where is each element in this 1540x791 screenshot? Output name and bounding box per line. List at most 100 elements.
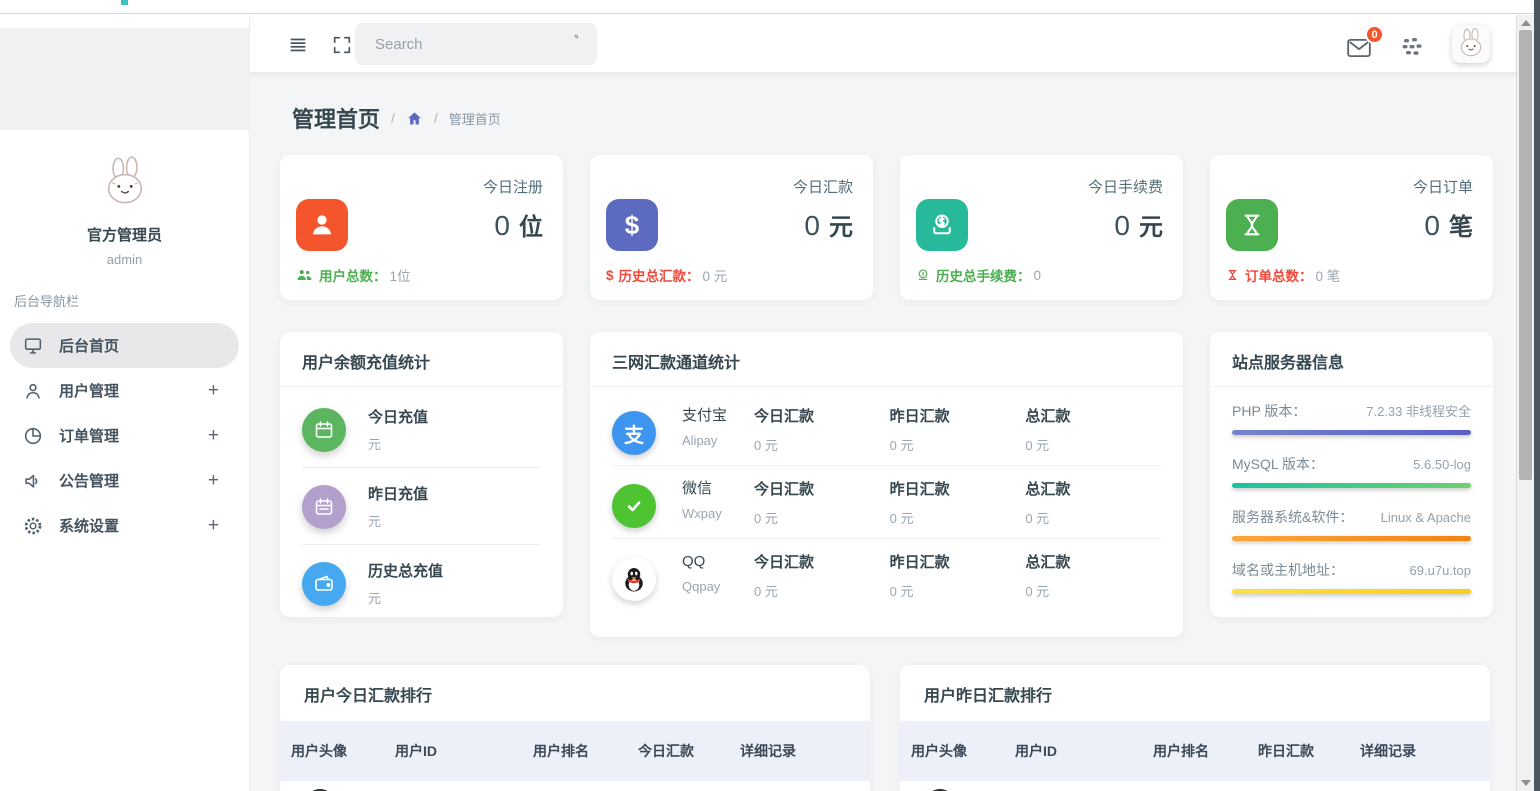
table-header: 用户头像 用户ID 用户排名 今日汇款 详细记录 bbox=[280, 721, 870, 781]
window-right-edge bbox=[1534, 0, 1540, 791]
mail-icon[interactable]: 0 bbox=[1346, 35, 1372, 59]
breadcrumb-current: 管理首页 bbox=[449, 109, 501, 128]
search-input[interactable] bbox=[355, 36, 574, 53]
calendar-yesterday-icon bbox=[302, 485, 346, 529]
topbar-right-cluster: 0 bbox=[1346, 25, 1490, 63]
today-rank-card: 用户今日汇款排行 用户头像 用户ID 用户排名 今日汇款 详细记录 bbox=[280, 665, 870, 791]
progress-bar bbox=[1232, 483, 1471, 488]
hourglass-icon bbox=[1226, 199, 1278, 251]
stat-unit: 位 bbox=[519, 207, 543, 242]
channel-stat: 今日汇款 0 元 bbox=[754, 478, 890, 527]
hourglass-icon bbox=[1226, 268, 1239, 282]
pie-chart-icon bbox=[22, 425, 44, 447]
sidebar-item-dashboard[interactable]: 后台首页 bbox=[10, 323, 239, 368]
stat-number: 0 bbox=[804, 210, 820, 242]
channel-stat-value: 0 元 bbox=[754, 508, 890, 527]
server-entry-php: PHP 版本： 7.2.33 非线程安全 bbox=[1232, 401, 1471, 435]
sidebar-item-users[interactable]: 用户管理 + bbox=[10, 368, 239, 413]
sidebar-item-label: 用户管理 bbox=[59, 380, 119, 401]
channel-stats: 今日汇款 0 元 昨日汇款 0 元 总汇款 0 元 bbox=[754, 551, 1161, 600]
expand-plus-icon[interactable]: + bbox=[208, 425, 219, 447]
qq-icon bbox=[612, 557, 656, 601]
col-header: 用户头像 bbox=[911, 741, 1015, 761]
expand-plus-icon[interactable]: + bbox=[208, 515, 219, 537]
mail-badge: 0 bbox=[1365, 25, 1384, 44]
expand-plus-icon[interactable]: + bbox=[208, 380, 219, 402]
wallet-icon bbox=[302, 562, 346, 606]
card-title: 用户昨日汇款排行 bbox=[900, 665, 1490, 721]
profile-name: 官方管理员 bbox=[0, 224, 249, 245]
recharge-label: 今日充值 bbox=[368, 406, 428, 427]
channel-stat-value: 0 元 bbox=[1025, 581, 1161, 600]
dollar-icon: $ bbox=[606, 268, 614, 283]
expand-plus-icon[interactable]: + bbox=[208, 470, 219, 492]
channel-stats: 今日汇款 0 元 昨日汇款 0 元 总汇款 0 元 bbox=[754, 405, 1161, 454]
sidebar: 官方管理员 admin 后台导航栏 后台首页 用户管理 + bbox=[0, 15, 250, 791]
search-icon[interactable] bbox=[574, 34, 579, 54]
scrollbar-thumb[interactable] bbox=[1519, 30, 1532, 480]
recharge-label: 历史总充值 bbox=[368, 560, 443, 581]
stat-footer-label: 订单总数： bbox=[1245, 265, 1313, 285]
stat-value: 0 元 bbox=[1114, 207, 1163, 242]
sidebar-item-announcements[interactable]: 公告管理 + bbox=[10, 458, 239, 503]
channel-name: QQ bbox=[682, 551, 734, 573]
server-label: PHP 版本： bbox=[1232, 401, 1306, 421]
channel-stats-card: 三网汇款通道统计 支 支付宝 Alipay 今日汇款 0 元 昨日汇款 bbox=[590, 332, 1183, 637]
stat-number: 0 bbox=[494, 210, 510, 242]
search-box bbox=[355, 23, 597, 65]
dollar-icon: $ bbox=[606, 199, 658, 251]
stat-footer: 用户总数： 1位 bbox=[296, 265, 411, 285]
list-item: 昨日充值 元 bbox=[302, 468, 541, 545]
rabbit-avatar-icon bbox=[1455, 28, 1487, 60]
progress-bar bbox=[1232, 536, 1471, 541]
channel-stat-value: 0 元 bbox=[754, 581, 890, 600]
sidebar-item-label: 系统设置 bbox=[59, 515, 119, 536]
sidebar-item-orders[interactable]: 订单管理 + bbox=[10, 413, 239, 458]
scrollbar-down-arrow[interactable] bbox=[1521, 780, 1531, 786]
stat-footer-value: 1位 bbox=[390, 265, 411, 285]
server-label: MySQL 版本： bbox=[1232, 454, 1324, 474]
recharge-stats-card: 用户余额充值统计 今日充值 元 bbox=[280, 332, 563, 617]
channel-code: Qqpay bbox=[682, 579, 734, 594]
sidebar-item-label: 公告管理 bbox=[59, 470, 119, 491]
stat-footer-label: 历史总汇款： bbox=[619, 265, 700, 285]
fullscreen-icon[interactable] bbox=[331, 34, 353, 56]
channel-row-wechat: 微信 Wxpay 今日汇款 0 元 昨日汇款 0 元 总汇款 0 元 bbox=[612, 466, 1161, 539]
server-entry-domain: 域名或主机地址： 69.u7u.top bbox=[1232, 560, 1471, 594]
wechat-icon bbox=[612, 484, 656, 528]
alipay-icon: 支 bbox=[612, 411, 656, 455]
alipay-glyph: 支 bbox=[624, 419, 644, 448]
channel-stats: 今日汇款 0 元 昨日汇款 0 元 总汇款 0 元 bbox=[754, 478, 1161, 527]
page-scrollbar[interactable] bbox=[1516, 15, 1534, 791]
recharge-value: 元 bbox=[368, 434, 428, 453]
channel-stat-value: 0 元 bbox=[754, 435, 890, 454]
table-row bbox=[280, 781, 870, 791]
channel-code: Alipay bbox=[682, 433, 734, 448]
stat-card-orders: 今日订单 0 笔 订单总数： 0 笔 bbox=[1210, 155, 1493, 300]
user-avatar[interactable] bbox=[1452, 25, 1490, 63]
channel-row-qq: QQ Qqpay 今日汇款 0 元 昨日汇款 0 元 总汇款 0 元 bbox=[612, 539, 1161, 611]
recharge-row-text: 历史总充值 元 bbox=[368, 560, 443, 607]
hamburger-menu-icon[interactable] bbox=[287, 34, 309, 56]
channel-stat-value: 0 元 bbox=[890, 581, 1026, 600]
stat-unit: 元 bbox=[829, 207, 853, 242]
stat-value: 0 元 bbox=[804, 207, 853, 242]
recharge-label: 昨日充值 bbox=[368, 483, 428, 504]
card-title: 用户余额充值统计 bbox=[280, 332, 563, 387]
page-title: 管理首页 bbox=[292, 102, 380, 134]
sidebar-item-settings[interactable]: 系统设置 + bbox=[10, 503, 239, 548]
breadcrumb-separator: / bbox=[434, 110, 438, 126]
stat-footer-label: 用户总数： bbox=[319, 265, 387, 285]
stat-number: 0 bbox=[1424, 210, 1440, 242]
scrollbar-up-arrow[interactable] bbox=[1521, 20, 1531, 26]
server-entry-mysql: MySQL 版本： 5.6.50-log bbox=[1232, 454, 1471, 488]
recharge-row-text: 昨日充值 元 bbox=[368, 483, 428, 530]
channel-stat: 总汇款 0 元 bbox=[1025, 551, 1161, 600]
card-title: 站点服务器信息 bbox=[1210, 332, 1493, 387]
profile-avatar[interactable] bbox=[96, 154, 154, 212]
stat-number: 0 bbox=[1114, 210, 1130, 242]
home-icon[interactable] bbox=[406, 110, 423, 127]
speaker-icon bbox=[22, 470, 44, 492]
channel-stat: 昨日汇款 0 元 bbox=[890, 405, 1026, 454]
apps-grid-icon[interactable] bbox=[1400, 35, 1424, 59]
